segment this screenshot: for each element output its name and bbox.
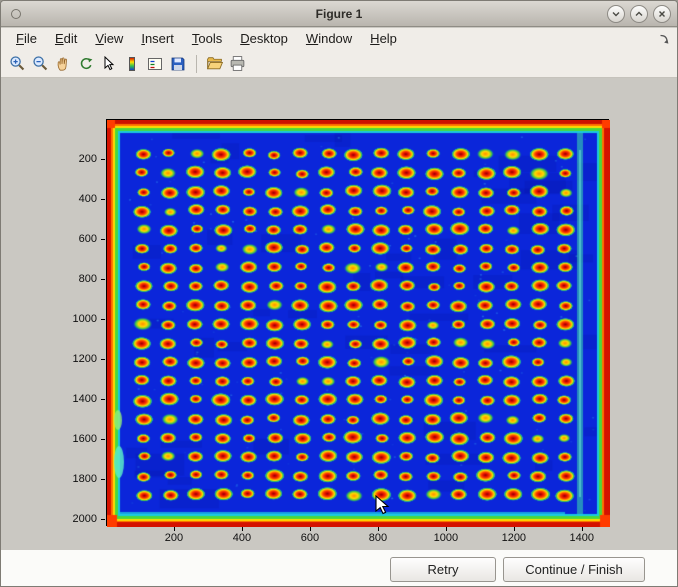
chevron-down-icon [611,9,621,19]
y-tick-label: 200 [53,153,97,165]
menu-insert[interactable]: Insert [132,28,183,50]
y-tick-label: 1000 [53,313,97,325]
print-button[interactable] [226,53,248,75]
x-tick [514,527,515,531]
insert-legend-icon [147,56,163,72]
menubar: File Edit View Insert Tools Desktop Wind… [1,28,677,50]
y-tick-label: 400 [53,193,97,205]
x-tick [310,527,311,531]
y-tick [101,479,105,480]
y-tick-label: 2000 [53,513,97,525]
y-tick [101,359,105,360]
open-folder-button[interactable] [203,53,225,75]
zoom-in-button[interactable] [6,53,28,75]
y-tick-label: 1200 [53,353,97,365]
continue-finish-button[interactable]: Continue / Finish [503,557,645,582]
x-tick-label: 200 [154,532,194,544]
data-cursor-icon [101,56,117,72]
menu-desktop[interactable]: Desktop [231,28,297,50]
menu-edit[interactable]: Edit [46,28,86,50]
y-tick [101,519,105,520]
window-controls [607,5,671,23]
y-tick [101,399,105,400]
menu-help[interactable]: Help [361,28,406,50]
zoom-out-button[interactable] [29,53,51,75]
insert-legend-button[interactable] [144,53,166,75]
y-tick [101,239,105,240]
colorbar-icon [124,56,140,72]
x-tick-label: 800 [358,532,398,544]
x-tick [378,527,379,531]
menu-tools[interactable]: Tools [183,28,231,50]
y-tick [101,319,105,320]
rotate-3d-button[interactable] [75,53,97,75]
dock-figure-icon[interactable] [658,33,670,48]
x-tick-label: 1000 [426,532,466,544]
maximize-button[interactable] [630,5,648,23]
menu-view[interactable]: View [86,28,132,50]
action-bar: Retry Continue / Finish [1,550,677,587]
x-tick [446,527,447,531]
zoom-out-icon [32,55,49,72]
figure-window: Figure 1 File Edit View Insert Tools Des… [0,0,678,587]
y-tick-label: 1400 [53,393,97,405]
y-tick-label: 1800 [53,473,97,485]
pan-hand-icon [55,56,71,72]
y-tick [101,439,105,440]
rotate-3d-icon [78,56,94,72]
x-tick [582,527,583,531]
data-cursor-button[interactable] [98,53,120,75]
print-icon [229,55,246,72]
save-icon [170,56,186,72]
y-tick [101,279,105,280]
shade-button[interactable] [607,5,625,23]
y-tick [101,199,105,200]
pan-button[interactable] [52,53,74,75]
y-tick-label: 1600 [53,433,97,445]
window-title: Figure 1 [1,1,677,27]
toolbar-separator [196,55,197,73]
close-icon [657,9,667,19]
y-tick-label: 600 [53,233,97,245]
menu-window[interactable]: Window [297,28,361,50]
x-tick [242,527,243,531]
x-tick-label: 1400 [562,532,602,544]
open-folder-icon [206,55,223,72]
x-tick-label: 600 [290,532,330,544]
microarray-image[interactable] [107,120,610,527]
chevron-up-icon [634,9,644,19]
x-tick [174,527,175,531]
save-button[interactable] [167,53,189,75]
y-tick [101,159,105,160]
retry-button[interactable]: Retry [390,557,496,582]
axes-plot-box [106,119,609,526]
colorbar-button[interactable] [121,53,143,75]
menu-file[interactable]: File [7,28,46,50]
figure-toolbar [1,50,677,78]
close-button[interactable] [653,5,671,23]
x-tick-label: 1200 [494,532,534,544]
x-tick-label: 400 [222,532,262,544]
zoom-in-icon [9,55,26,72]
titlebar[interactable]: Figure 1 [1,1,677,27]
y-tick-label: 800 [53,273,97,285]
